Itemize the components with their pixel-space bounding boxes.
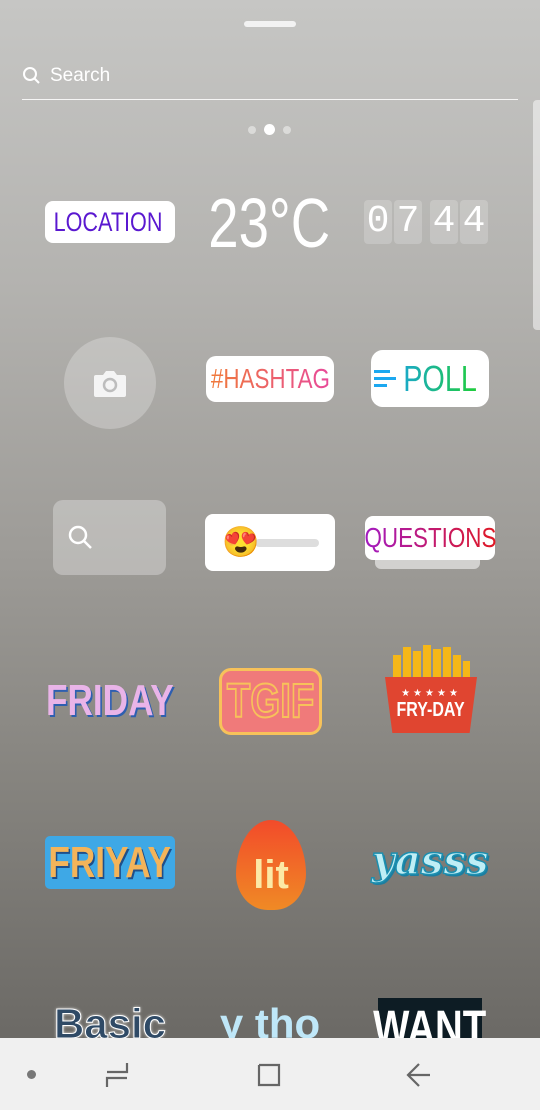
time-digit: 4 bbox=[430, 200, 458, 244]
time-digit: 4 bbox=[460, 200, 488, 244]
poll-label: POLL bbox=[403, 357, 477, 399]
temperature-sticker[interactable]: 23°C bbox=[198, 184, 340, 262]
camera-sticker[interactable] bbox=[64, 337, 156, 429]
time-digit: 0 bbox=[364, 200, 392, 244]
gif-search-sticker[interactable] bbox=[53, 500, 166, 575]
yasss-label: yasss bbox=[371, 836, 489, 885]
fry-day-sticker[interactable]: ★★★★★ FRY-DAY bbox=[383, 645, 478, 745]
y-tho-label: y tho bbox=[219, 1000, 321, 1038]
hashtag-sticker[interactable]: #HASHTAG bbox=[206, 356, 334, 402]
friday-label: FRIDAY bbox=[46, 676, 174, 725]
drag-handle[interactable] bbox=[244, 21, 296, 27]
friday-sticker[interactable]: FRIDAY bbox=[40, 676, 180, 726]
friyay-label: FRIYAY bbox=[48, 837, 172, 887]
heart-eyes-emoji: 😍 bbox=[222, 525, 260, 559]
questions-sticker[interactable]: QUESTIONS bbox=[364, 516, 496, 560]
fry-day-label: FRY-DAY bbox=[396, 699, 466, 721]
search-bar[interactable]: Search bbox=[22, 52, 518, 100]
slider-track[interactable] bbox=[255, 538, 320, 547]
emoji-slider-sticker[interactable]: 😍 bbox=[205, 514, 335, 571]
page-dot[interactable] bbox=[283, 125, 291, 134]
basic-sticker[interactable]: Basic bbox=[53, 994, 167, 1039]
time-sticker[interactable]: 0 7 4 4 bbox=[364, 200, 488, 244]
camera-icon bbox=[94, 371, 126, 397]
location-sticker[interactable]: LOCATION bbox=[45, 201, 175, 243]
search-placeholder: Search bbox=[50, 64, 111, 86]
want-label: WANT bbox=[373, 1001, 487, 1039]
page-dot[interactable] bbox=[248, 125, 256, 134]
hashtag-label: #HASHTAG bbox=[210, 363, 330, 394]
navigation-bar bbox=[0, 1038, 540, 1110]
location-label: LOCATION bbox=[53, 206, 163, 237]
home-icon[interactable] bbox=[255, 1061, 283, 1089]
questions-label: QUESTIONS bbox=[364, 522, 496, 553]
poll-bars-icon bbox=[373, 369, 396, 387]
tgif-label: TGIF bbox=[226, 674, 315, 729]
time-digit: 7 bbox=[394, 200, 422, 244]
page-indicator bbox=[248, 124, 291, 135]
lit-sticker[interactable]: lit bbox=[236, 820, 306, 910]
tgif-sticker[interactable]: TGIF bbox=[219, 668, 322, 735]
poll-sticker[interactable]: POLL bbox=[371, 350, 489, 407]
back-icon[interactable] bbox=[405, 1061, 433, 1089]
search-icon bbox=[68, 525, 92, 549]
search-icon bbox=[23, 66, 40, 84]
scrollbar[interactable] bbox=[533, 100, 540, 330]
friyay-sticker[interactable]: FRIYAY bbox=[45, 836, 175, 889]
lit-label: lit bbox=[253, 852, 289, 897]
page-dot-active[interactable] bbox=[264, 124, 275, 135]
yasss-sticker[interactable]: yasss bbox=[371, 830, 489, 890]
dot-icon[interactable] bbox=[27, 1070, 36, 1079]
temperature-label: 23°C bbox=[208, 184, 330, 262]
recents-icon[interactable] bbox=[103, 1061, 131, 1089]
y-tho-sticker[interactable]: y tho bbox=[210, 994, 330, 1038]
sticker-row-partial: Basic y tho WANT bbox=[0, 990, 540, 1038]
want-sticker[interactable]: WANT bbox=[373, 998, 487, 1038]
basic-label: Basic bbox=[53, 1000, 167, 1039]
fries-box: ★★★★★ FRY-DAY bbox=[385, 677, 477, 733]
